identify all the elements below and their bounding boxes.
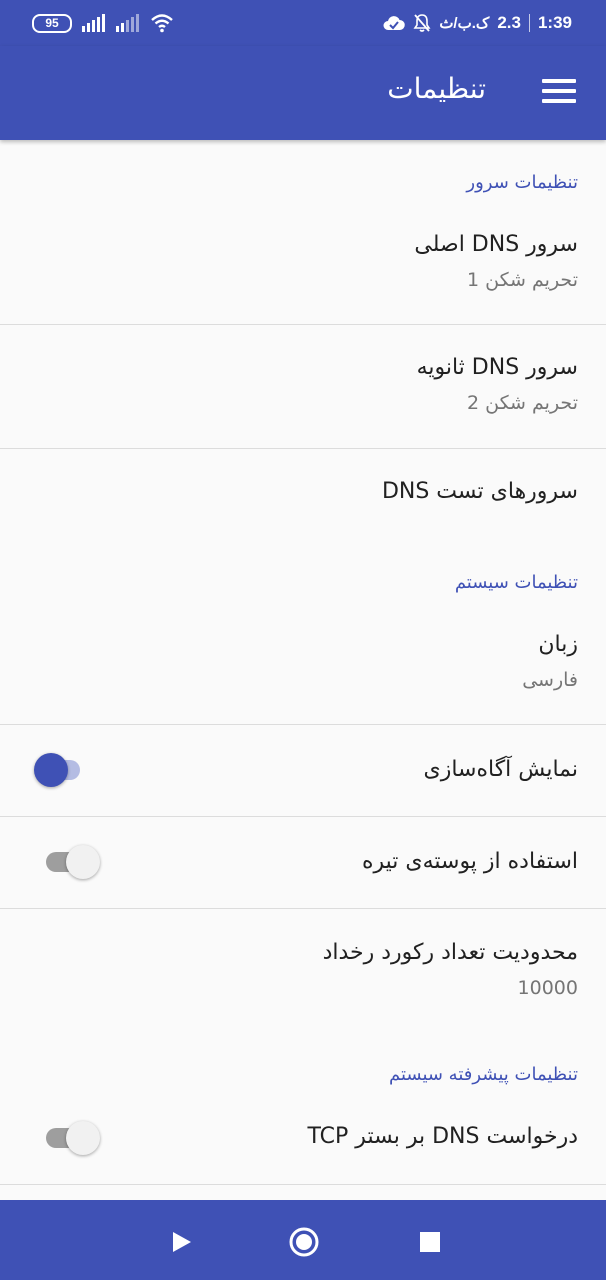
pref-primary-dns-title: سرور DNS اصلی [414, 232, 578, 257]
system-nav-bar [0, 1200, 606, 1280]
notification-toggle[interactable] [34, 750, 98, 790]
pref-language[interactable]: زبان فارسی [0, 602, 606, 725]
network-speed-unit: ک.ب/ث [439, 15, 490, 32]
toggle-thumb [34, 753, 68, 787]
pref-log-limit[interactable]: محدودیت تعداد رکورد رخداد 10000 [0, 909, 606, 1029]
cell-signal-icon [82, 14, 105, 32]
cloud-check-icon [383, 16, 406, 30]
cell-signal-2-icon [116, 14, 139, 32]
pref-notification[interactable]: نمایش آگاه‌سازی [0, 725, 606, 817]
pref-log-limit-title: محدودیت تعداد رکورد رخداد [322, 940, 578, 965]
pref-secondary-dns-summary: تحریم شکن 2 [466, 392, 578, 414]
pref-notification-title: نمایش آگاه‌سازی [423, 757, 578, 782]
square-stop-icon[interactable] [410, 1222, 450, 1262]
pref-dark-theme[interactable]: استفاده از پوسته‌ی تیره [0, 817, 606, 909]
pref-secondary-dns[interactable]: سرور DNS ثانویه تحریم شکن 2 [0, 325, 606, 449]
pref-log-limit-summary: 10000 [517, 977, 578, 999]
network-speed: 2.3 [497, 13, 521, 32]
wifi-icon [151, 14, 173, 33]
dark-theme-toggle[interactable] [34, 842, 100, 882]
pref-secondary-dns-title: سرور DNS ثانویه [416, 355, 578, 380]
pref-dns-over-tcp[interactable]: درخواست DNS بر بستر TCP [0, 1093, 606, 1185]
battery-icon: 95 [32, 13, 72, 33]
pref-dark-theme-title: استفاده از پوسته‌ی تیره [361, 849, 578, 874]
status-bar: 95 ک.ب/ث 2.3 1:39 [0, 0, 606, 46]
pref-test-servers-title: سرورهای تست DNS [381, 479, 578, 504]
battery-level: 95 [45, 15, 59, 30]
section-header-system: تنظیمات سیستم [454, 572, 578, 593]
status-right: ک.ب/ث 2.3 1:39 [383, 12, 572, 34]
notifications-off-icon [413, 14, 431, 32]
status-left: 95 [32, 12, 174, 34]
pref-language-title: زبان [538, 632, 578, 657]
section-header-server: تنظیمات سرور [466, 172, 578, 193]
toggle-thumb [66, 1121, 100, 1155]
clock: 1:39 [537, 13, 572, 32]
pref-primary-dns-summary: تحریم شکن 1 [466, 269, 578, 291]
circle-home-icon[interactable] [284, 1222, 324, 1262]
pref-primary-dns[interactable]: سرور DNS اصلی تحریم شکن 1 [0, 202, 606, 325]
dns-over-tcp-toggle[interactable] [34, 1118, 100, 1158]
toggle-thumb [66, 845, 100, 879]
play-icon[interactable] [162, 1222, 202, 1262]
status-divider [528, 14, 530, 32]
hamburger-menu-icon[interactable] [542, 79, 576, 107]
section-header-advanced: تنظیمات پیشرفته سیستم [388, 1064, 578, 1085]
app-bar: تنظیمات [0, 46, 606, 140]
page-title: تنظیمات [387, 72, 486, 105]
pref-dns-over-tcp-title: درخواست DNS بر بستر TCP [307, 1124, 578, 1149]
pref-language-summary: فارسی [522, 669, 578, 691]
pref-test-servers[interactable]: سرورهای تست DNS [0, 449, 606, 541]
